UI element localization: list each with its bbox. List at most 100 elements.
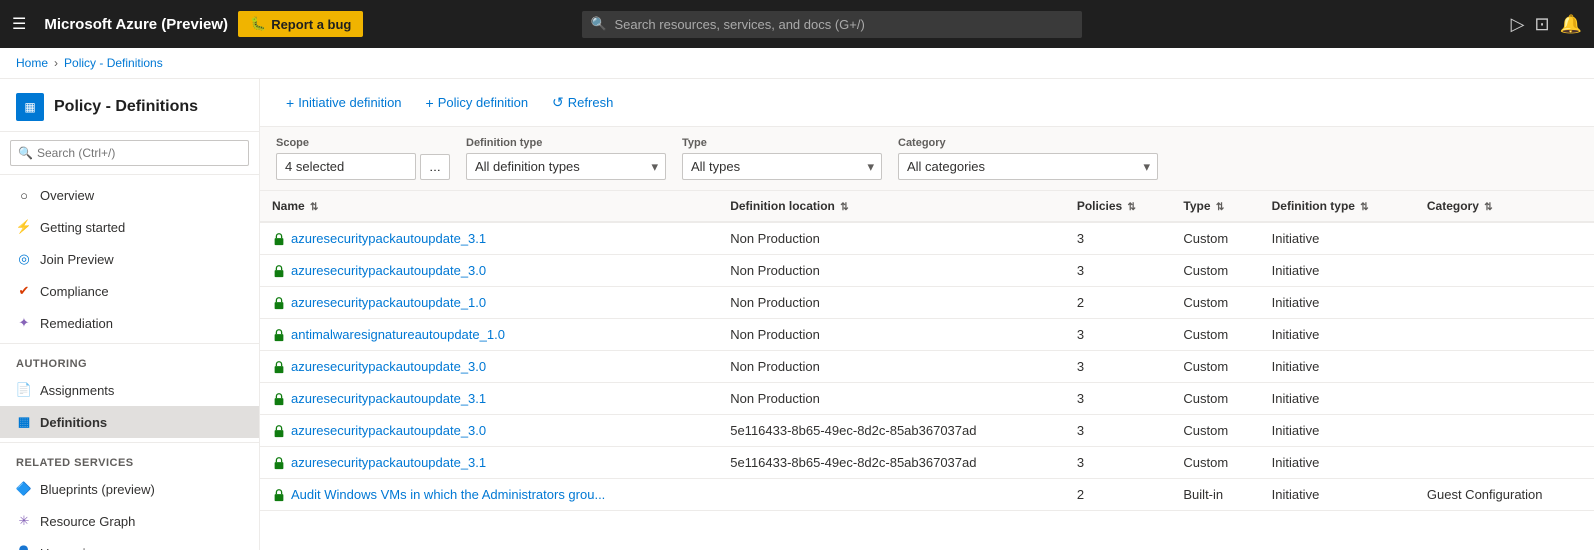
portal-icon[interactable]: ⊡ (1534, 14, 1549, 35)
cell-name-6: azuresecuritypackautoupdate_3.0 (260, 415, 718, 447)
sidebar-item-remediation[interactable]: ✦ Remediation (0, 307, 259, 339)
cell-type-4: Custom (1171, 351, 1259, 383)
report-bug-button[interactable]: 🐛 Report a bug (238, 11, 363, 37)
policy-lock-icon-1 (272, 264, 286, 278)
sort-policies-icon[interactable]: ⇅ (1128, 202, 1136, 213)
global-search-input[interactable] (582, 11, 1082, 38)
sort-location-icon[interactable]: ⇅ (840, 202, 848, 213)
assignments-icon: 📄 (16, 382, 32, 398)
cell-type-3: Custom (1171, 319, 1259, 351)
table-row: azuresecuritypackautoupdate_3.1 Non Prod… (260, 222, 1594, 255)
sort-type-icon[interactable]: ⇅ (1216, 202, 1224, 213)
sidebar-item-getting-started[interactable]: ⚡ Getting started (0, 211, 259, 243)
sidebar-item-definitions-label: Definitions (40, 415, 107, 430)
name-link-0[interactable]: azuresecuritypackautoupdate_3.1 (272, 231, 706, 246)
type-select[interactable]: All types (682, 153, 882, 180)
col-type: Type ⇅ (1171, 191, 1259, 222)
sidebar-search-input[interactable] (10, 140, 249, 166)
sidebar-item-assignments[interactable]: 📄 Assignments (0, 374, 259, 406)
policy-lock-icon-3 (272, 328, 286, 342)
cell-def-type-8: Initiative (1260, 479, 1415, 511)
cell-policies-7: 3 (1065, 447, 1172, 479)
name-link-2[interactable]: azuresecuritypackautoupdate_1.0 (272, 295, 706, 310)
scope-control: … (276, 153, 450, 180)
cell-type-7: Custom (1171, 447, 1259, 479)
policy-lock-icon-0 (272, 232, 286, 246)
terminal-icon[interactable]: ▷ (1511, 14, 1525, 35)
sidebar-item-resource-graph[interactable]: ✳ Resource Graph (0, 505, 259, 537)
sidebar-item-getting-started-label: Getting started (40, 220, 125, 235)
sidebar-divider-1 (0, 343, 259, 344)
join-preview-icon: ◎ (16, 251, 32, 267)
name-link-3[interactable]: antimalwaresignatureautoupdate_1.0 (272, 327, 706, 342)
definition-type-label: Definition type (466, 137, 666, 149)
policy-lock-icon-4 (272, 360, 286, 374)
breadcrumb-current[interactable]: Policy - Definitions (64, 56, 163, 70)
overview-icon: ○ (16, 187, 32, 203)
refresh-button[interactable]: ↺ Refresh (542, 89, 623, 116)
col-category: Category ⇅ (1415, 191, 1594, 222)
name-link-1[interactable]: azuresecuritypackautoupdate_3.0 (272, 263, 706, 278)
global-search: 🔍 (582, 11, 1082, 38)
cell-category-5 (1415, 383, 1594, 415)
sidebar-item-blueprints[interactable]: 🔷 Blueprints (preview) (0, 473, 259, 505)
cell-location-6: 5e116433-8b65-49ec-8d2c-85ab367037ad (718, 415, 1065, 447)
blueprints-icon: 🔷 (16, 481, 32, 497)
breadcrumb-home[interactable]: Home (16, 56, 48, 70)
initiative-definition-button[interactable]: + Initiative definition (276, 90, 412, 116)
cell-type-5: Custom (1171, 383, 1259, 415)
scope-input[interactable] (276, 153, 416, 180)
type-label: Type (682, 137, 882, 149)
refresh-icon: ↺ (552, 94, 564, 111)
policy-definition-button[interactable]: + Policy definition (416, 90, 539, 116)
notification-icon[interactable]: 🔔 (1560, 14, 1582, 35)
scope-picker-button[interactable]: … (420, 154, 450, 180)
main-layout: ▦ Policy - Definitions 🔍 ○ Overview ⚡ Ge… (0, 79, 1594, 550)
cell-def-type-2: Initiative (1260, 287, 1415, 319)
sidebar-nav: ○ Overview ⚡ Getting started ◎ Join Prev… (0, 175, 259, 550)
table-row: Audit Windows VMs in which the Administr… (260, 479, 1594, 511)
name-link-8[interactable]: Audit Windows VMs in which the Administr… (272, 487, 706, 502)
cell-def-type-4: Initiative (1260, 351, 1415, 383)
scope-filter: Scope … (276, 137, 450, 180)
name-link-4[interactable]: azuresecuritypackautoupdate_3.0 (272, 359, 706, 374)
sort-def-type-icon[interactable]: ⇅ (1360, 202, 1368, 213)
definition-type-select[interactable]: All definition types (466, 153, 666, 180)
name-link-5[interactable]: azuresecuritypackautoupdate_3.1 (272, 391, 706, 406)
category-select-wrapper: All categories (898, 153, 1158, 180)
type-filter: Type All types (682, 137, 882, 180)
name-link-7[interactable]: azuresecuritypackautoupdate_3.1 (272, 455, 706, 470)
breadcrumb-separator: › (54, 56, 58, 70)
cell-type-0: Custom (1171, 222, 1259, 255)
category-select[interactable]: All categories (898, 153, 1158, 180)
authoring-label: Authoring (0, 348, 259, 374)
sort-category-icon[interactable]: ⇅ (1484, 202, 1492, 213)
initiative-def-icon: + (286, 95, 294, 111)
sidebar-item-remediation-label: Remediation (40, 316, 113, 331)
page-title: Policy - Definitions (54, 98, 198, 116)
cell-name-3: antimalwaresignatureautoupdate_1.0 (260, 319, 718, 351)
cell-location-2: Non Production (718, 287, 1065, 319)
sidebar-item-join-preview[interactable]: ◎ Join Preview (0, 243, 259, 275)
sidebar-item-compliance[interactable]: ✔ Compliance (0, 275, 259, 307)
cell-category-7 (1415, 447, 1594, 479)
table-row: azuresecuritypackautoupdate_3.1 5e116433… (260, 447, 1594, 479)
cell-name-5: azuresecuritypackautoupdate_3.1 (260, 383, 718, 415)
menu-icon[interactable]: ☰ (12, 14, 26, 34)
sidebar-search-icon: 🔍 (18, 146, 33, 160)
cell-category-1 (1415, 255, 1594, 287)
category-label: Category (898, 137, 1158, 149)
sidebar-item-overview[interactable]: ○ Overview (0, 179, 259, 211)
policy-def-icon: + (426, 95, 434, 111)
table-row: azuresecuritypackautoupdate_3.0 5e116433… (260, 415, 1594, 447)
cell-policies-4: 3 (1065, 351, 1172, 383)
sidebar-item-assignments-label: Assignments (40, 383, 114, 398)
sort-name-icon[interactable]: ⇅ (310, 202, 318, 213)
cell-location-8 (718, 479, 1065, 511)
filters-row: Scope … Definition type All definition t… (260, 127, 1594, 191)
cell-policies-1: 3 (1065, 255, 1172, 287)
sidebar-item-definitions[interactable]: ▦ Definitions (0, 406, 259, 438)
sidebar-item-join-preview-label: Join Preview (40, 252, 114, 267)
name-link-6[interactable]: azuresecuritypackautoupdate_3.0 (272, 423, 706, 438)
sidebar-item-user-privacy[interactable]: 👤 User privacy (0, 537, 259, 550)
